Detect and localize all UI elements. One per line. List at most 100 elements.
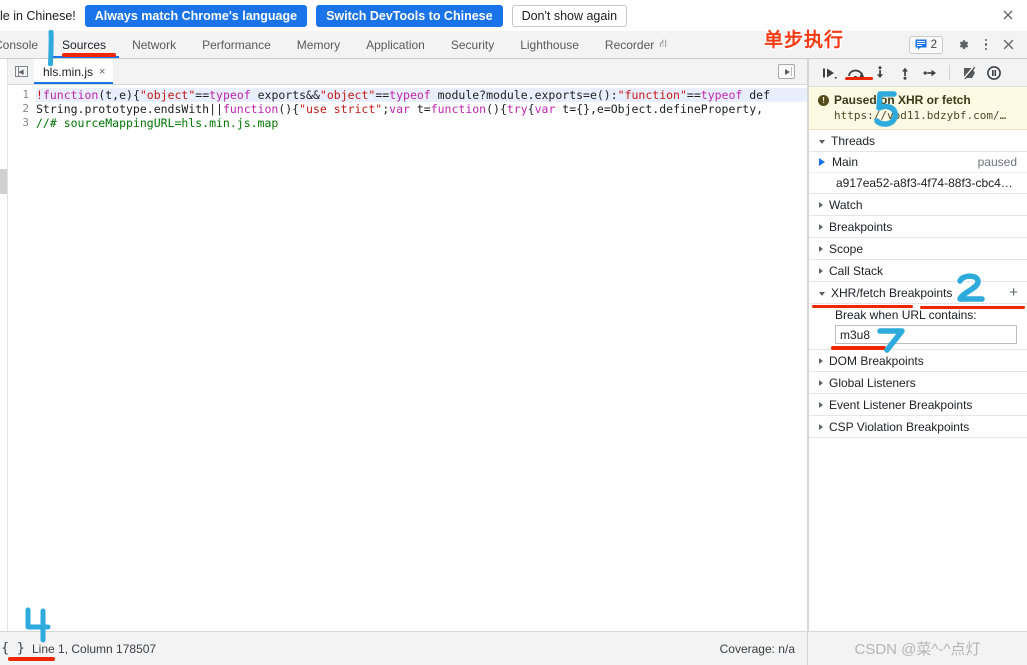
- pretty-print-button[interactable]: { }: [0, 632, 26, 665]
- add-xhr-breakpoint-button[interactable]: +: [1009, 285, 1018, 300]
- gear-icon[interactable]: [953, 34, 975, 56]
- close-devtools-icon[interactable]: [997, 34, 1019, 56]
- xhr-breakpoint-editor: Break when URL contains:: [809, 304, 1027, 350]
- paused-title-row: ! Paused on XHR or fetch: [818, 93, 1019, 107]
- tab-label: Application: [366, 37, 425, 52]
- locale-banner-message: le in Chinese!: [0, 8, 76, 23]
- tab-lighthouse[interactable]: Lighthouse: [507, 31, 592, 58]
- step-over-icon[interactable]: [844, 62, 866, 84]
- tab-console[interactable]: Console: [0, 31, 49, 58]
- editor-column: ◀ hls.min.js × 1 !function(t,e){"object"=…: [8, 59, 808, 631]
- resume-icon[interactable]: [819, 62, 841, 84]
- console-messages-badge[interactable]: 2: [908, 35, 943, 54]
- code-token: function: [42, 88, 99, 102]
- chevron-right-icon: [819, 379, 823, 386]
- tab-application[interactable]: Application: [353, 31, 438, 58]
- debugger-sidebar: ! Paused on XHR or fetch https://vod11.b…: [808, 59, 1027, 631]
- section-call-stack[interactable]: Call Stack: [809, 260, 1027, 282]
- file-tabbar: ◀ hls.min.js ×: [8, 59, 807, 85]
- locale-banner: le in Chinese! Always match Chrome's lan…: [0, 0, 1027, 31]
- deactivate-breakpoints-icon[interactable]: [958, 62, 980, 84]
- section-threads[interactable]: Threads: [809, 130, 1027, 152]
- thread-row-main[interactable]: Main paused: [809, 152, 1027, 173]
- chevron-right-icon: [819, 357, 823, 364]
- section-watch[interactable]: Watch: [809, 194, 1027, 216]
- file-tab-hls-min-js[interactable]: hls.min.js ×: [34, 59, 114, 84]
- status-bar-left: { } Line 1, Column 178507 Coverage: n/a: [0, 632, 808, 665]
- line-content[interactable]: //# sourceMappingURL=hls.min.js.map: [36, 116, 807, 130]
- show-navigator-icon[interactable]: ◀: [8, 59, 34, 84]
- navigator-strip: [0, 59, 8, 631]
- always-match-language-button[interactable]: Always match Chrome's language: [84, 4, 308, 27]
- code-token: (){: [486, 102, 507, 116]
- code-token: "object": [319, 88, 376, 102]
- watermark: CSDN @菜^-^点灯: [854, 641, 981, 658]
- line-number[interactable]: 3: [8, 116, 36, 130]
- line-number[interactable]: 2: [8, 102, 36, 116]
- experiment-flask-icon: ⛙: [659, 37, 668, 50]
- section-label: Scope: [829, 241, 864, 256]
- line-content[interactable]: !function(t,e){"object"==typeof exports&…: [36, 88, 807, 102]
- code-token: String.prototype.endsWith||: [36, 102, 223, 116]
- tabstrip-actions: 2: [908, 31, 1027, 58]
- close-icon[interactable]: ×: [99, 66, 105, 78]
- tab-label: Lighthouse: [520, 37, 579, 52]
- tab-sources[interactable]: Sources: [49, 31, 120, 58]
- section-xhr-fetch-breakpoints[interactable]: XHR/fetch Breakpoints +: [809, 282, 1027, 304]
- tab-label: Recorder: [604, 37, 655, 52]
- section-label: Global Listeners: [829, 375, 916, 390]
- section-dom-breakpoints[interactable]: DOM Breakpoints: [809, 350, 1027, 372]
- code-viewer[interactable]: 1 !function(t,e){"object"==typeof exports…: [8, 85, 807, 631]
- section-global-listeners[interactable]: Global Listeners: [809, 372, 1027, 394]
- code-token: ==: [195, 88, 210, 102]
- dont-show-again-button[interactable]: Don't show again: [511, 4, 628, 27]
- section-breakpoints[interactable]: Breakpoints: [809, 216, 1027, 238]
- tab-memory[interactable]: Memory: [284, 31, 353, 58]
- message-icon: [915, 39, 927, 50]
- current-thread-icon: [819, 158, 825, 166]
- section-label: Watch: [829, 197, 863, 212]
- more-vertical-icon[interactable]: [975, 34, 997, 56]
- code-token: try: [506, 102, 528, 116]
- navigator-scrollbar[interactable]: [0, 169, 7, 194]
- section-label: XHR/fetch Breakpoints: [831, 285, 953, 300]
- xhr-input-label: Break when URL contains:: [835, 308, 977, 322]
- code-token: t=: [409, 102, 431, 116]
- code-token: ==: [375, 88, 390, 102]
- code-token: t={},e=Object.defineProperty,: [555, 102, 764, 116]
- thread-sub-id[interactable]: a917ea52-a8f3-4f74-88f3-cbc4…: [809, 173, 1027, 194]
- line-content[interactable]: String.prototype.endsWith||function(){"u…: [36, 102, 807, 116]
- editor-toolbar-right: [778, 59, 807, 84]
- code-token: ==: [686, 88, 701, 102]
- section-event-listener-breakpoints[interactable]: Event Listener Breakpoints: [809, 394, 1027, 416]
- code-token: "object": [139, 88, 196, 102]
- info-icon: !: [818, 94, 829, 106]
- chevron-right-icon: [819, 423, 823, 430]
- close-icon[interactable]: [1000, 7, 1016, 23]
- section-scope[interactable]: Scope: [809, 238, 1027, 260]
- switch-devtools-language-button[interactable]: Switch DevTools to Chinese: [316, 4, 503, 27]
- tab-performance[interactable]: Performance: [189, 31, 284, 58]
- chevron-down-icon: [819, 139, 825, 144]
- step-into-icon[interactable]: [869, 62, 891, 84]
- xhr-url-input[interactable]: [835, 325, 1017, 344]
- play-icon[interactable]: [778, 64, 795, 79]
- tab-label: Security: [450, 37, 495, 52]
- code-token: typeof: [209, 88, 251, 102]
- tab-label: Memory: [296, 37, 341, 52]
- section-label: DOM Breakpoints: [829, 353, 924, 368]
- pause-on-exceptions-icon[interactable]: [983, 62, 1005, 84]
- step-icon[interactable]: [919, 62, 941, 84]
- section-csp-violation-breakpoints[interactable]: CSP Violation Breakpoints: [809, 416, 1027, 438]
- code-token: function: [430, 102, 487, 116]
- thread-state: paused: [977, 155, 1017, 169]
- line-number[interactable]: 1: [8, 88, 36, 102]
- tab-recorder[interactable]: Recorder ⛙: [592, 31, 680, 58]
- code-token: typeof: [389, 88, 431, 102]
- tab-security[interactable]: Security: [438, 31, 507, 58]
- code-token: def: [742, 88, 771, 102]
- step-out-icon[interactable]: [894, 62, 916, 84]
- chevron-right-icon: [819, 201, 823, 208]
- tab-network[interactable]: Network: [119, 31, 189, 58]
- code-token: //# sourceMappingURL=hls.min.js.map: [36, 116, 279, 130]
